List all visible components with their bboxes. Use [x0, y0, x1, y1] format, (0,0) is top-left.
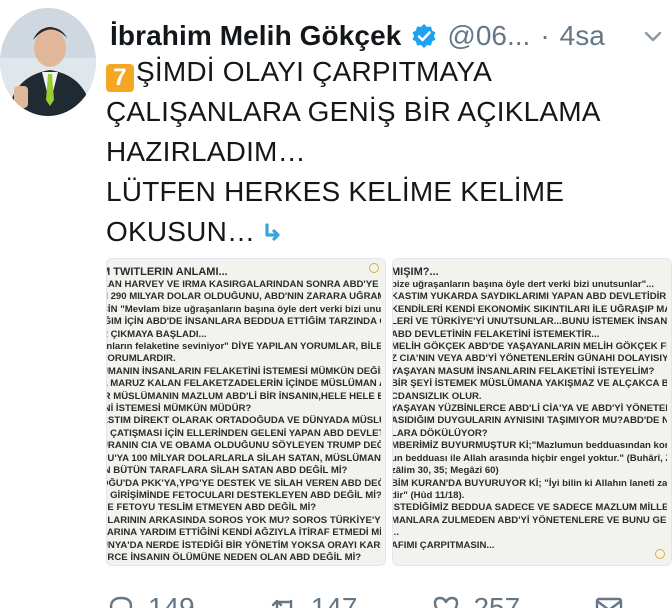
- image-text-line: YLARININ ARKASINDA SOROS YOK MU? SOROS T…: [107, 514, 381, 526]
- avatar[interactable]: [0, 8, 96, 116]
- image-text-line: BİR ŞEYİ İSTEMEK MÜSLÜMANA YAKIŞMAZ VE A…: [392, 378, 667, 390]
- image-text-line: anların felaketine seviniyor" DİYE YAPIL…: [106, 341, 381, 353]
- image-text-line: KENDİLERİ KENDİ EKONOMİK SIKINTILARI İLE…: [392, 303, 667, 315]
- image-text-line: IĞIM İÇİN ABD'DE İNSANLARA BEDDUA ETTİĞİ…: [106, 316, 381, 328]
- corner-marker-icon: [655, 549, 665, 559]
- image-text-line: zâlim 30, 35; Megâzî 60): [392, 465, 499, 477]
- retweet-button[interactable]: 147: [269, 588, 358, 608]
- display-name[interactable]: İbrahim Melih Gökçek: [110, 20, 401, 52]
- image-text-line: ABD DEVLETİNİN FELAKETİNİ İSTEMEKTİR...: [392, 328, 600, 340]
- retweet-icon: [271, 599, 292, 608]
- image-text-line: LARINA YARDIM ETTİĞİNİ KENDİ AĞZIYLA İTİ…: [106, 527, 381, 539]
- media-image-left[interactable]: M TWITLERIN ANLAMI... KAN HARVEY VE IRMA …: [106, 258, 386, 566]
- image-text-line: ASIDIĞIM DUYGULARIN AYNISINI TAŞIMIYOR M…: [392, 415, 667, 427]
- tweet-card: İbrahim Melih Gökçek @06... · 4sa 7 ŞİMDİ…: [0, 0, 672, 608]
- image-text-line: IŞIM?...: [107, 564, 381, 565]
- image-text-line: KASTIM YUKARDA SAYDIKLARIMI YAPAN ABD DE…: [392, 291, 667, 303]
- image-text-line: YAŞAYAN YÜZBİNLERCE ABD'Lİ CİA'YA VE ABD…: [392, 403, 667, 415]
- separator-dot: ·: [540, 20, 550, 51]
- image-text-line: un bedduası ile Allah arasında hiçbir en…: [392, 452, 667, 464]
- image-text-line: YAŞAYAN MASUM İNSANLARIN FELAKETİNİ İSTE…: [392, 365, 655, 377]
- heart-icon: [434, 596, 459, 608]
- image-text-line: SU'YA 100 MİLYAR DOLARLARLA SİLAH SATAN,…: [107, 452, 381, 464]
- tweet-media: M TWITLERIN ANLAMI... KAN HARVEY VE IRMA …: [106, 258, 672, 566]
- image-text-line: ...: [393, 527, 399, 539]
- tweet-body: ŞİMDİ OLAYI ÇARPITMAYA ÇALIŞANLARA GENİŞ…: [106, 56, 600, 247]
- tweet-text: 7 ŞİMDİ OLAYI ÇARPITMAYA ÇALIŞANLARA GENİ…: [106, 52, 666, 252]
- image-text-line: CDANSIZLIK OLUR.: [392, 390, 482, 402]
- image-text-line: YE FETOYU TESLİM ETMEYEN ABD DEĞİL Mİ?: [106, 502, 317, 514]
- image-text-line: MELİH GÖKÇEK ABD'DE YAŞAYANLARIN MELİH G…: [392, 341, 667, 353]
- like-button[interactable]: 257: [431, 588, 520, 608]
- image-text-line: URANIN CIA VE OBAMA OLDUĞUNU SÖYLEYEN TR…: [107, 440, 381, 452]
- image-text-line: IR MÜSLÜMANIN MAZLUM ABD'Lİ BİR İNSANIN,…: [107, 390, 381, 402]
- image-text-line: İSTEDİĞİMİZ BEDDUA SADECE VE SADECE MAZL…: [392, 502, 667, 514]
- image-text-line: A MARUZ KALAN FELAKETZADELERİN İÇİNDE MÜ…: [107, 378, 381, 390]
- image-text-line: LERİ VE TÜRKİYE'Yİ UNUTSUNLAR...BUNU İST…: [392, 316, 667, 328]
- image-text-line: R ÇIKMAYA BAŞLADI...: [106, 328, 207, 340]
- image-text-line: BİM KURAN'DA BUYURUYOR Kİ; "İyi bilin ki…: [392, 477, 667, 489]
- chevron-down-icon[interactable]: [640, 23, 666, 49]
- corner-marker-icon: [369, 263, 379, 273]
- reply-count: 149: [148, 592, 195, 608]
- envelope-icon: [595, 597, 623, 608]
- keycap-seven-emoji-icon: 7: [106, 64, 134, 92]
- image-text-line: ÇİN "Mevlam bize uğraşanların başına öyl…: [106, 303, 381, 315]
- image-text-line: İNİ İSTEMESİ MÜMKÜN MÜDÜR?: [106, 403, 252, 415]
- verified-badge-icon: [411, 23, 437, 49]
- image-text-line: dir" (Hûd 11/18).: [392, 489, 465, 501]
- image-text-line: ÜMANIN İNSANLARIN FELAKETİNİ İSTEMESİ MÜ…: [106, 365, 381, 377]
- media-image-right[interactable]: MIŞIM?... bize uğraşanların başına öyle d…: [392, 258, 672, 566]
- avatar-photo: [0, 8, 96, 116]
- image-text-line: N 290 MILYAR DOLAR OLDUĞUNU, ABD'NIN ZAR…: [107, 291, 381, 303]
- image-text-line: AFIMI ÇARPITMASIN...: [392, 539, 495, 551]
- image-text-line: ASTIM DİREKT OLARAK ORTADOĞUDA VE DÜNYAD…: [107, 415, 381, 427]
- image-text-line: ERCE İNSANIN ÖLÜMÜNE NEDEN OLAN ABD DEĞİ…: [106, 551, 362, 563]
- image-text-line: bize uğraşanların başına öyle dert verki…: [392, 279, 655, 290]
- image-text-line: ÜNYA'DA NERDE İSTEDİĞİ BİR YÖNETİM YOKSA…: [107, 539, 381, 551]
- tweet-actions: 149 147 257: [106, 588, 672, 608]
- direct-message-button[interactable]: [594, 588, 624, 608]
- user-handle[interactable]: @06...: [447, 20, 530, 52]
- image-text-line: YORUMLARDIR.: [106, 353, 176, 365]
- image-text-line: LARA DÖKÜLÜYOR?: [392, 427, 488, 439]
- image-text-line: MIŞIM?...: [392, 266, 439, 278]
- image-text-line: M TWITLERIN ANLAMI...: [106, 266, 228, 278]
- image-text-line: OĞU'DA PKK'YA,YPG'YE DESTEK VE SİLAH VER…: [107, 477, 381, 489]
- like-count: 257: [473, 592, 521, 608]
- tweet-timestamp[interactable]: 4sa: [560, 20, 605, 52]
- image-text-line: E GİRİŞİMİNDE FETOCULARI DESTEKLEYEN ABD…: [106, 489, 381, 501]
- reply-button[interactable]: 149: [106, 588, 195, 608]
- image-text-line: Z CIA'NIN VEYA ABD'Yİ YÖNETENLERİN GÜNAH…: [393, 353, 667, 365]
- retweet-count: 147: [310, 592, 358, 608]
- down-right-arrow-emoji-icon: [263, 214, 285, 241]
- reply-icon: [109, 596, 133, 608]
- image-text-line: KAN HARVEY VE IRMA KASIRGALARINDAN SONRA…: [106, 279, 381, 290]
- image-text-line: MBERİMİZ BUYURMUŞTUR Kİ;"Mazlumun beddua…: [392, 440, 667, 452]
- image-text-line: MANLARA ZULMEDEN ABD'Yİ YÖNETENLERE VE B…: [392, 514, 667, 526]
- image-text-line: IN BÜTÜN TARAFLARA SİLAH SATAN ABD DEĞİL…: [106, 465, 348, 477]
- image-text-line: E ÇATIŞMASI İÇİN ELLERİNDEN GELENİ YAPAN…: [106, 427, 381, 439]
